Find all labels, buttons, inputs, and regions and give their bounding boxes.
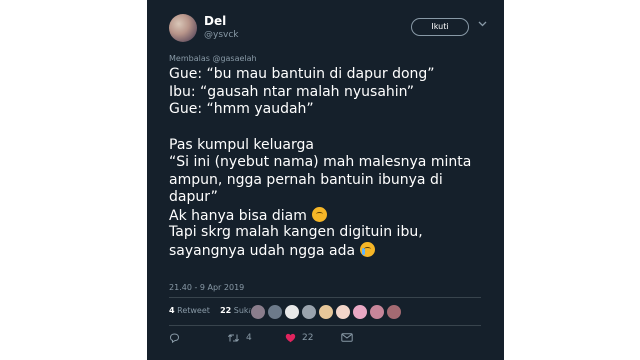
replying-to: Membalas @gasaelah — [169, 54, 257, 63]
liker-avatar[interactable] — [352, 304, 368, 320]
liker-avatar[interactable] — [335, 304, 351, 320]
tweet-line: dapur” — [169, 189, 218, 205]
reply-button[interactable] — [169, 333, 180, 343]
like-action-count: 22 — [302, 333, 314, 343]
tweet-line-text: sayangnya udah ngga ada — [169, 242, 356, 259]
tweet-line: ampun, ngga pernah bantuin ibunya di — [169, 171, 443, 188]
tweet-line-with-emoji: Ak hanya bisa diam — [169, 206, 489, 225]
liker-avatar[interactable] — [386, 304, 402, 320]
crying-face-emoji — [360, 241, 376, 257]
retweet-action-count: 4 — [246, 333, 252, 343]
like-button[interactable]: 22 — [285, 333, 313, 343]
tweet-line: Tapi skrg malah kangen digituin ibu, — [169, 224, 423, 240]
liker-avatar[interactable] — [369, 304, 385, 320]
retweet-count[interactable]: 4 — [169, 306, 175, 315]
tweet-line-with-emoji: sayangnya udah ngga ada — [169, 241, 489, 260]
tweet-timestamp[interactable]: 21.40 - 9 Apr 2019 — [169, 283, 244, 292]
tweet-line: “Si ini (nyebut nama) mah malesnya minta — [169, 154, 472, 170]
liker-avatar[interactable] — [301, 304, 317, 320]
heart-icon — [285, 333, 296, 343]
retweet-count-label[interactable]: Retweet — [177, 306, 210, 315]
tweet-line: Gue: “bu mau bantuin di dapur dong” — [169, 66, 435, 82]
retweet-icon — [227, 333, 240, 343]
reply-mention-link[interactable]: @gasaelah — [212, 54, 256, 63]
tweet-stats: 4 Retweet 22 Suka — [169, 306, 253, 315]
tweet-line: Gue: “hmm yaudah” — [169, 101, 314, 117]
like-count[interactable]: 22 — [220, 306, 231, 315]
upside-down-face-emoji — [311, 206, 327, 222]
reply-icon — [169, 333, 180, 343]
tweet-card: Del @ysvck Ikuti Membalas @gasaelah Gue:… — [147, 0, 504, 360]
chevron-down-icon[interactable] — [478, 20, 487, 30]
avatar[interactable] — [169, 14, 197, 42]
tweet-line: Pas kumpul keluarga — [169, 136, 314, 153]
tweet-text: Gue: “bu mau bantuin di dapur dong” Ibu:… — [169, 66, 489, 259]
liker-avatar[interactable] — [284, 304, 300, 320]
direct-message-button[interactable] — [341, 333, 353, 342]
divider — [169, 297, 481, 298]
tweet-line-text: Ak hanya bisa diam — [169, 207, 307, 224]
author-name[interactable]: Del — [204, 14, 226, 28]
retweet-button[interactable]: 4 — [227, 333, 252, 343]
liker-avatar[interactable] — [318, 304, 334, 320]
replying-to-label: Membalas — [169, 54, 210, 63]
message-icon — [341, 333, 353, 342]
author-handle[interactable]: @ysvck — [204, 30, 239, 40]
tweet-line: Ibu: “gausah ntar malah nyusahin” — [169, 83, 415, 100]
follow-button[interactable]: Ikuti — [411, 18, 469, 36]
liker-avatar[interactable] — [267, 304, 283, 320]
divider — [169, 325, 481, 326]
liker-avatar[interactable] — [250, 304, 266, 320]
